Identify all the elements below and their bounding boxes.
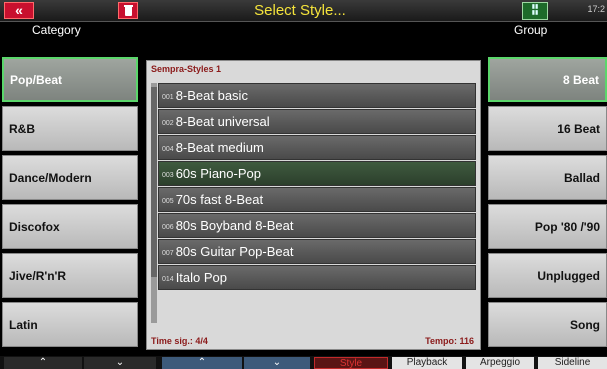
style-tab[interactable]: Style (314, 357, 388, 369)
style-number: 005 (162, 198, 174, 205)
style-number: 006 (162, 224, 174, 231)
style-row[interactable]: 004 8-Beat medium (158, 135, 476, 160)
category-header: Category (32, 23, 81, 37)
back-double-chevron-icon[interactable]: « (4, 2, 34, 19)
style-row[interactable]: 001 8-Beat basic (158, 83, 476, 108)
style-number: 004 (162, 146, 174, 153)
style-number: 001 (162, 94, 174, 101)
style-name: 80s Guitar Pop-Beat (175, 244, 294, 259)
sideline-tab[interactable]: Sideline (538, 357, 607, 369)
group-pop-80-90-button[interactable]: Pop '80 /'90 (488, 204, 607, 249)
style-name: 80s Boyband 8-Beat (175, 218, 294, 233)
group-label: 16 Beat (557, 121, 600, 136)
style-name: 8-Beat universal (175, 114, 270, 129)
style-row[interactable]: 002 8-Beat universal (158, 109, 476, 134)
top-bar: « Select Style... ▮▮ ▮▮ 17:2 (0, 0, 607, 22)
category-dance-modern-button[interactable]: Dance/Modern (2, 155, 138, 200)
group-unplugged-button[interactable]: Unplugged (488, 253, 607, 298)
registration-icon[interactable]: ▮▮ ▮▮ (522, 2, 548, 20)
group-ballad-button[interactable]: Ballad (488, 155, 607, 200)
style-name: 8-Beat medium (175, 140, 264, 155)
style-number: 003 (162, 172, 174, 179)
style-row[interactable]: 006 80s Boyband 8-Beat (158, 213, 476, 238)
trash-icon[interactable] (118, 2, 138, 19)
bank-title: Sempra-Styles 1 (151, 64, 222, 74)
group-label: Ballad (563, 170, 600, 185)
category-label: R&B (9, 121, 35, 136)
style-number: 014 (162, 276, 174, 283)
scroll-up-icon[interactable]: ⌃ (162, 357, 242, 369)
style-row-selected[interactable]: 003 60s Piano-Pop (158, 161, 476, 186)
scrollbar[interactable] (151, 83, 157, 323)
group-label: Song (570, 317, 600, 332)
category-label: Latin (9, 317, 38, 332)
category-jive-button[interactable]: Jive/R'n'R (2, 253, 138, 298)
category-rnb-button[interactable]: R&B (2, 106, 138, 151)
page-down-icon[interactable]: ⌄ (84, 357, 156, 369)
clock-label: 17:2 (587, 4, 605, 14)
category-label: Discofox (9, 219, 60, 234)
group-8-beat-button[interactable]: 8 Beat (488, 57, 607, 102)
style-row[interactable]: 014 Italo Pop (158, 265, 476, 290)
category-discofox-button[interactable]: Discofox (2, 204, 138, 249)
category-label: Jive/R'n'R (9, 268, 67, 283)
page-up-icon[interactable]: ⌃ (4, 357, 82, 369)
style-name: 70s fast 8-Beat (175, 192, 264, 207)
time-signature-label: Time sig.: 4/4 (151, 336, 208, 346)
page-title: Select Style... (254, 2, 346, 19)
category-label: Pop/Beat (10, 72, 63, 87)
playback-tab[interactable]: Playback (392, 357, 462, 369)
group-label: Pop '80 /'90 (534, 219, 600, 234)
style-number: 002 (162, 120, 174, 127)
style-row[interactable]: 005 70s fast 8-Beat (158, 187, 476, 212)
style-number: 007 (162, 250, 174, 257)
group-label: Unplugged (537, 268, 600, 283)
group-song-button[interactable]: Song (488, 302, 607, 347)
style-list-panel: Sempra-Styles 1 001 8-Beat basic 002 8-B… (146, 60, 481, 350)
category-label: Dance/Modern (9, 170, 92, 185)
group-16-beat-button[interactable]: 16 Beat (488, 106, 607, 151)
scroll-down-icon[interactable]: ⌄ (244, 357, 310, 369)
scroll-thumb[interactable] (151, 87, 157, 277)
style-name: Italo Pop (175, 270, 228, 285)
group-header: Group (514, 23, 548, 37)
tempo-label: Tempo: 116 (425, 336, 474, 346)
group-label: 8 Beat (562, 72, 599, 87)
style-name: 8-Beat basic (175, 88, 248, 103)
category-pop-beat-button[interactable]: Pop/Beat (2, 57, 138, 102)
category-latin-button[interactable]: Latin (2, 302, 138, 347)
style-name: 60s Piano-Pop (175, 166, 261, 181)
style-row[interactable]: 007 80s Guitar Pop-Beat (158, 239, 476, 264)
arpeggio-tab[interactable]: Arpeggio (466, 357, 534, 369)
